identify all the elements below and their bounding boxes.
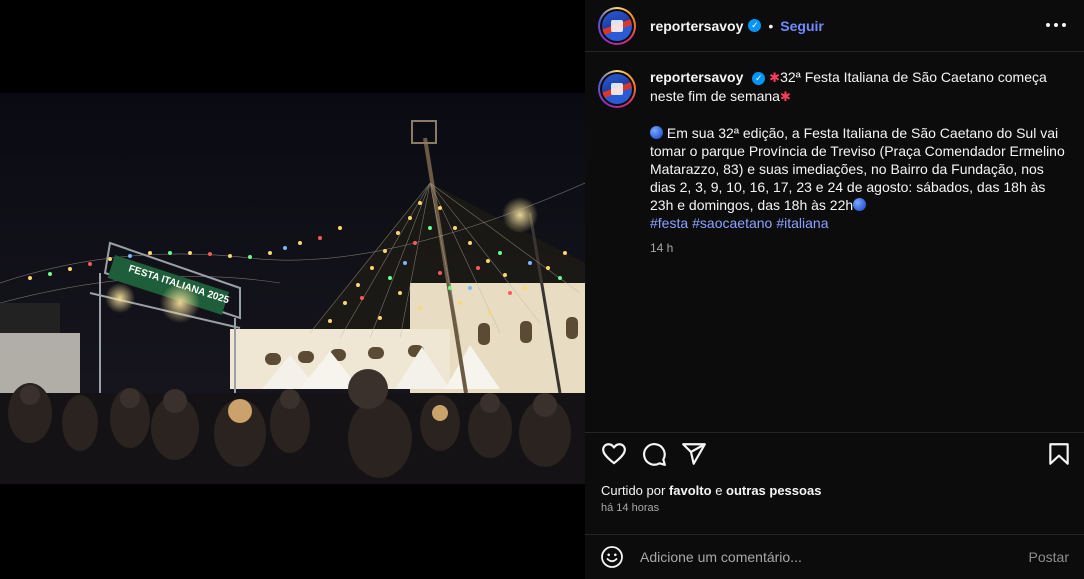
post-comment-button[interactable]: Postar [1029,549,1069,565]
post-photo[interactable]: FESTA ITALIANA 2025 [0,93,585,484]
likes-summary: Curtido por favolto e outras pessoas [601,483,821,498]
hashtag-link[interactable]: #festa [650,215,688,231]
liked-by-others[interactable]: outras pessoas [726,483,821,498]
caption-section: reportersavoy ✓ ✱32ª Festa Italiana de S… [585,52,1084,432]
post-detail-panel: reportersavoy ✓ • Seguir reportersavoy ✓… [585,0,1084,579]
caption-timestamp[interactable]: 14 h [650,239,1071,257]
smiley-icon[interactable] [600,545,624,569]
author-avatar[interactable] [598,6,636,45]
verified-badge-icon: ✓ [748,19,762,32]
post-age[interactable]: há 14 horas [601,502,659,514]
post-header: reportersavoy ✓ • Seguir [585,0,1084,52]
author-username[interactable]: reportersavoy [650,18,743,34]
caption-author-avatar[interactable] [598,70,636,108]
caption-body: reportersavoy ✓ ✱32ª Festa Italiana de S… [650,68,1071,432]
more-options-icon[interactable] [1046,15,1066,35]
comment-bubble-icon[interactable] [641,441,667,467]
liked-by-user[interactable]: favolto [669,483,712,498]
hashtag-link[interactable]: #italiana [776,215,828,231]
follow-button[interactable]: Seguir [780,18,824,34]
bookmark-icon[interactable] [1046,441,1072,467]
heart-icon[interactable] [601,441,627,467]
paper-plane-icon[interactable] [681,441,707,467]
caption-author-username[interactable]: reportersavoy [650,69,743,85]
hashtag-list: #festa #saocaetano #italiana [650,214,1071,232]
verified-badge-icon: ✓ [752,71,766,85]
anger-symbol-icon: ✱ [769,70,781,85]
liked-by-conj: e [715,483,723,498]
blue-circle-icon [650,126,663,139]
festival-night-scene: FESTA ITALIANA 2025 [0,93,585,484]
anger-symbol-icon: ✱ [779,89,791,104]
comment-input[interactable] [640,549,1029,565]
comment-bar: Postar [585,534,1084,579]
liked-by-prefix: Curtido por [601,483,666,498]
blue-circle-icon [853,198,867,211]
action-bar [585,432,1084,474]
separator-dot: • [768,17,774,34]
hashtag-link[interactable]: #saocaetano [692,215,772,231]
post-media-pane: FESTA ITALIANA 2025 [0,0,585,579]
